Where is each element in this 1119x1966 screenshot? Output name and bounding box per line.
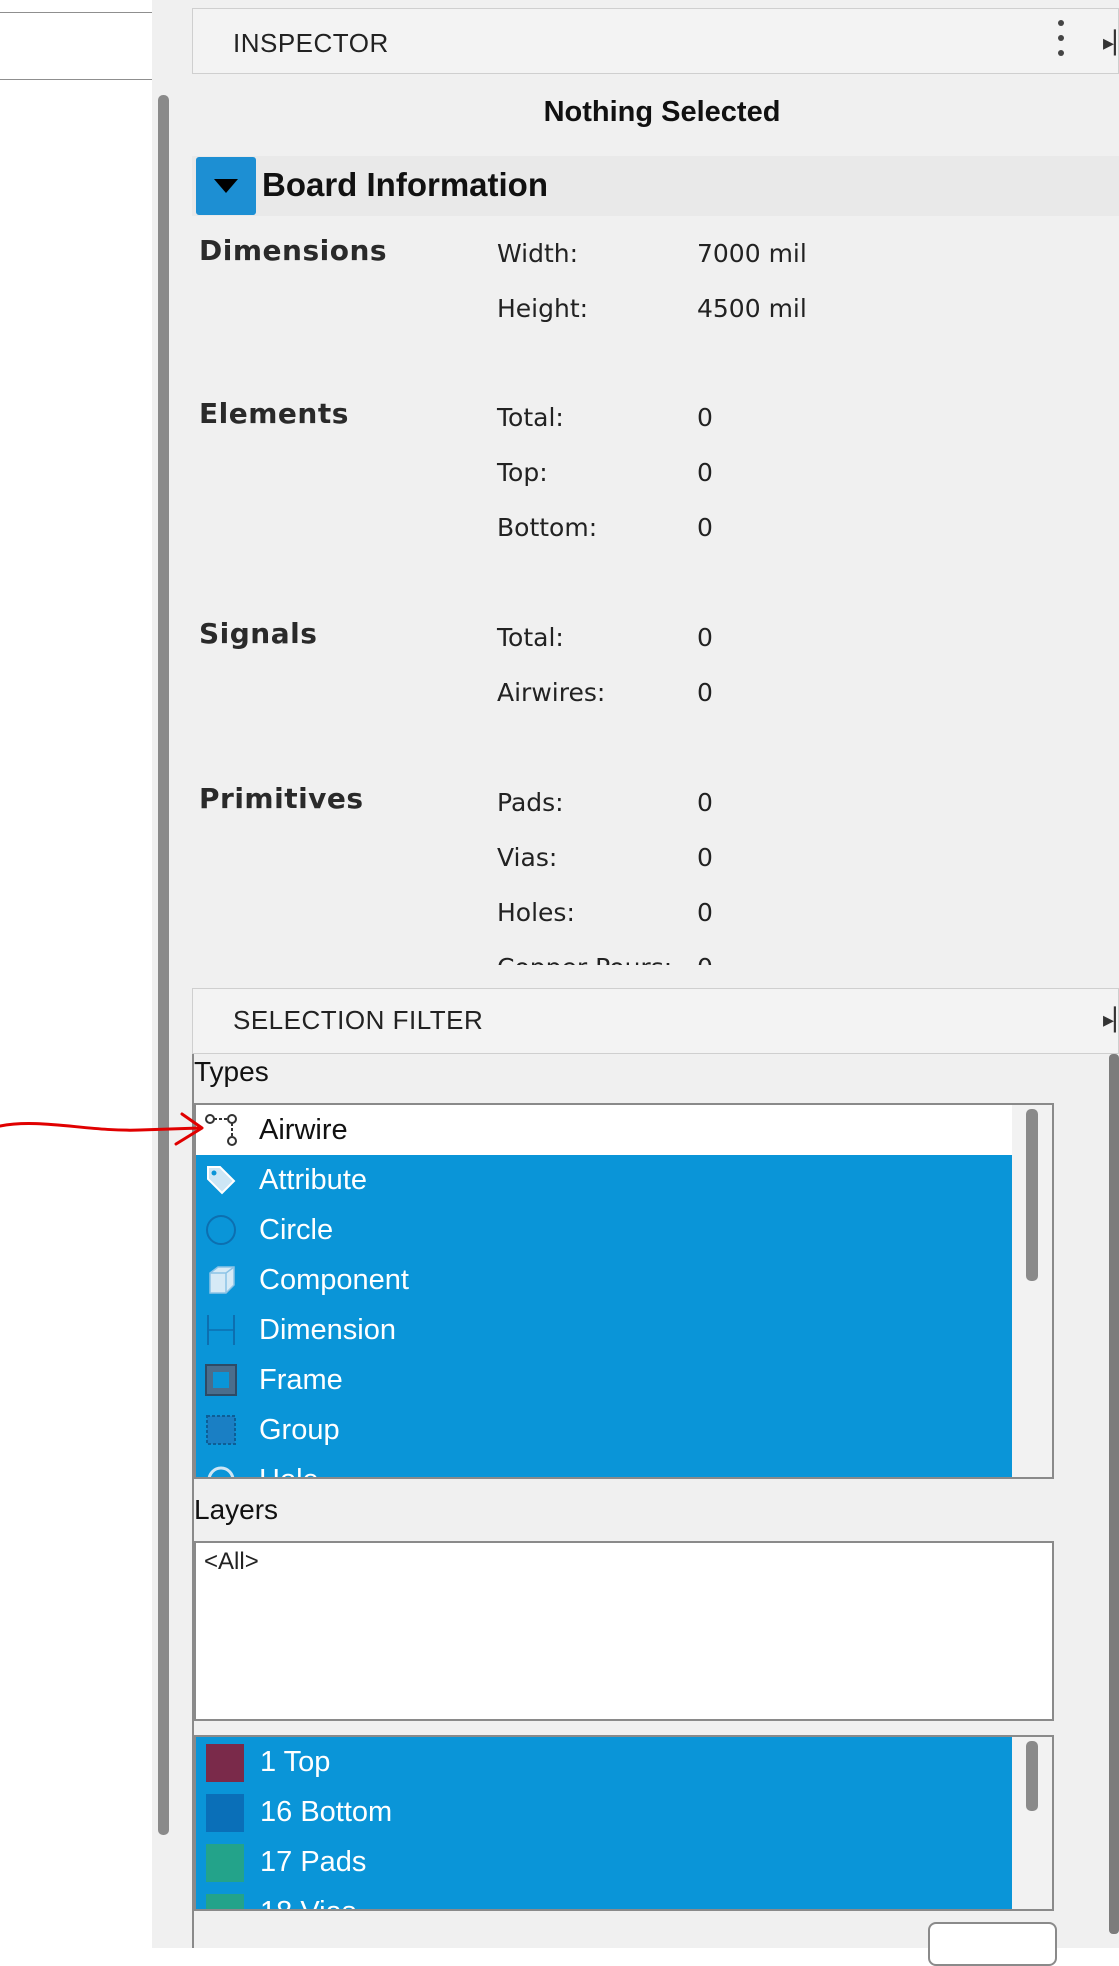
layers-filter-field[interactable] [194, 1541, 1054, 1721]
info-value: 0 [697, 678, 713, 707]
info-value: 0 [697, 403, 713, 432]
layer-color-swatch [206, 1844, 244, 1882]
type-item-dimension[interactable]: Dimension [196, 1305, 1014, 1355]
panel-scrollbar[interactable] [154, 95, 172, 1835]
type-item-frame[interactable]: Frame [196, 1355, 1014, 1405]
types-label: Types [194, 1056, 269, 1087]
annotation-arrow-icon [0, 1112, 204, 1146]
board-info-title: Board Information [262, 166, 548, 203]
layers-scrollbar[interactable] [1012, 1737, 1052, 1909]
inspector-title: INSPECTOR [233, 28, 389, 58]
attribute-tag-icon [207, 1166, 236, 1195]
selection-filter-scrollbar[interactable] [1107, 1054, 1119, 1948]
group-signals: Signals [199, 617, 318, 650]
group-elements: Elements [199, 397, 349, 430]
info-value: 0 [697, 788, 713, 817]
info-value: 0 [697, 513, 713, 542]
info-label: Width: [497, 239, 579, 268]
layer-item[interactable]: 17 Pads [196, 1837, 1014, 1887]
layer-item[interactable]: 1 Top [196, 1737, 1014, 1787]
layer-color-swatch [206, 1794, 244, 1832]
dimension-icon [207, 1315, 235, 1345]
type-item-attribute[interactable]: Attribute [196, 1155, 1014, 1205]
selection-status: Nothing Selected [543, 96, 781, 128]
scrollbar-thumb[interactable] [1026, 1741, 1038, 1811]
layer-label: 16 Bottom [260, 1796, 393, 1828]
left-panel-edge [0, 12, 161, 80]
info-value: 0 [697, 458, 713, 487]
info-label: Copper Pours: [497, 953, 672, 965]
type-label: Group [259, 1414, 340, 1446]
type-item-component[interactable]: Component [196, 1255, 1014, 1305]
info-label: Top: [497, 458, 548, 487]
info-label: Total: [497, 623, 564, 652]
layer-label: 17 Pads [260, 1846, 367, 1878]
layer-item[interactable]: 16 Bottom [196, 1787, 1014, 1837]
info-value: 4500 mil [697, 294, 807, 323]
info-label: Airwires: [497, 678, 606, 707]
hole-icon [207, 1466, 235, 1477]
expand-toggle-icon[interactable] [196, 157, 256, 215]
layer-label: 1 Top [260, 1746, 331, 1778]
layer-color-swatch [206, 1744, 244, 1782]
layer-item[interactable]: 18 Vias [196, 1887, 1014, 1909]
info-label: Bottom: [497, 513, 598, 542]
circle-icon [206, 1215, 236, 1245]
scrollbar-thumb[interactable] [1109, 1054, 1119, 1934]
type-label: Hole [259, 1464, 319, 1477]
info-value: 7000 mil [697, 239, 807, 268]
type-label: Dimension [259, 1314, 396, 1346]
group-dimensions: Dimensions [199, 234, 388, 267]
collapse-panel-icon[interactable]: ▸▏ [1103, 1007, 1119, 1033]
board-info-content: Dimensions Width: 7000 mil Height: 4500 … [192, 225, 1119, 965]
type-label: Component [259, 1264, 409, 1296]
info-value: 0 [697, 898, 713, 927]
info-label: Total: [497, 403, 564, 432]
type-item-hole[interactable]: Hole [196, 1455, 1014, 1477]
group-primitives: Primitives [199, 782, 364, 815]
type-label: Airwire [259, 1114, 348, 1146]
info-label: Pads: [497, 788, 564, 817]
layer-label: 18 Vias [260, 1896, 356, 1909]
info-label: Vias: [497, 843, 558, 872]
info-value: 0 [697, 843, 713, 872]
types-scrollbar[interactable] [1012, 1105, 1052, 1477]
layer-color-swatch [206, 1894, 244, 1909]
panel-scrollbar-thumb[interactable] [158, 95, 169, 1835]
type-item-airwire[interactable]: Airwire [196, 1105, 1014, 1155]
layers-list[interactable]: 1 Top 16 Bottom 17 Pads 18 Vias [194, 1735, 1054, 1911]
layers-filter-value: <All> [204, 1548, 259, 1575]
type-item-circle[interactable]: Circle [196, 1205, 1014, 1255]
collapse-panel-icon[interactable]: ▸▏ [1103, 30, 1119, 56]
type-item-group[interactable]: Group [196, 1405, 1014, 1455]
layers-label: Layers [194, 1494, 279, 1525]
component-cube-icon [209, 1266, 235, 1294]
type-label: Attribute [259, 1164, 367, 1196]
scrollbar-thumb[interactable] [1026, 1109, 1038, 1281]
info-label: Holes: [497, 898, 575, 927]
info-value: 0 [697, 623, 713, 652]
selection-filter-title: SELECTION FILTER [233, 1005, 484, 1035]
type-label: Frame [259, 1364, 343, 1396]
info-value: 0 [697, 953, 713, 965]
footer-button[interactable] [928, 1922, 1057, 1966]
group-icon [206, 1415, 236, 1445]
type-label: Circle [259, 1214, 334, 1246]
info-label: Height: [497, 294, 589, 323]
frame-icon [205, 1364, 237, 1396]
more-options-icon[interactable] [1055, 20, 1067, 64]
types-list[interactable]: Airwire Attribute Circle Component Dimen… [194, 1103, 1054, 1479]
